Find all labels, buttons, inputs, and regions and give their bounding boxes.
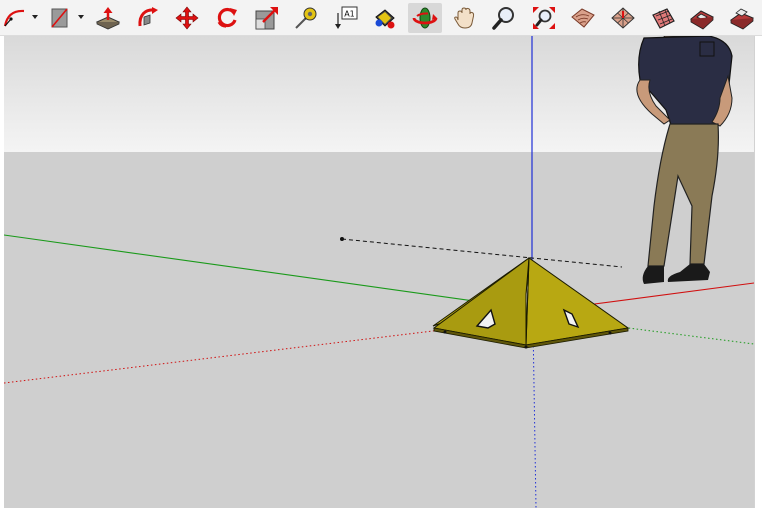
zoom-extents-icon <box>531 5 557 31</box>
modeling-viewport[interactable] <box>4 36 754 508</box>
drape-icon <box>729 5 755 31</box>
stamp-icon <box>689 5 715 31</box>
tape-measure-tool-button[interactable] <box>289 3 323 33</box>
follow-me-icon <box>135 5 161 31</box>
drape-tool-button[interactable] <box>725 3 759 33</box>
sandbox-from-contours-tool-button[interactable] <box>566 3 600 33</box>
text-icon: A1 <box>333 5 359 31</box>
stamp-tool-button[interactable] <box>685 3 719 33</box>
sandbox-from-scratch-tool-button[interactable] <box>606 3 640 33</box>
zoom-tool-button[interactable] <box>487 3 521 33</box>
orbit-icon <box>412 5 438 31</box>
text-tool-label: A1 <box>344 9 355 18</box>
scene-canvas[interactable] <box>4 36 754 508</box>
pan-tool-button[interactable] <box>448 3 482 33</box>
scale-icon <box>254 5 280 31</box>
scale-tool-button[interactable] <box>250 3 284 33</box>
viewport-scrollbar[interactable] <box>754 36 762 508</box>
rectangle-icon <box>48 6 72 30</box>
sandbox-scratch-icon <box>610 5 636 31</box>
move-tool-button[interactable] <box>170 3 204 33</box>
follow-me-tool-button[interactable] <box>131 3 165 33</box>
zoom-icon <box>491 5 517 31</box>
arc-tool-dropdown-arrow-icon[interactable] <box>32 14 38 19</box>
paint-bucket-icon <box>372 5 398 31</box>
pan-hand-icon <box>452 5 478 31</box>
rotate-tool-button[interactable] <box>210 3 244 33</box>
rotate-icon <box>214 5 240 31</box>
orbit-tool-button[interactable] <box>407 2 442 33</box>
smoove-icon <box>650 5 676 31</box>
paint-bucket-tool-button[interactable] <box>368 3 402 33</box>
push-pull-icon <box>95 5 121 31</box>
arc-icon <box>2 6 28 30</box>
zoom-extents-tool-button[interactable] <box>527 3 561 33</box>
arc-tool-button[interactable] <box>0 3 40 33</box>
smoove-tool-button[interactable] <box>646 3 680 33</box>
sandbox-contours-icon <box>570 5 596 31</box>
text-tool-button[interactable]: A1 <box>329 3 363 33</box>
move-icon <box>174 5 200 31</box>
toolbar: A1 <box>0 0 762 36</box>
inference-point <box>340 237 344 241</box>
tape-measure-icon <box>293 5 319 31</box>
push-pull-tool-button[interactable] <box>91 3 125 33</box>
rectangle-tool-button[interactable] <box>46 3 86 33</box>
rectangle-tool-dropdown-arrow-icon[interactable] <box>77 14 84 19</box>
